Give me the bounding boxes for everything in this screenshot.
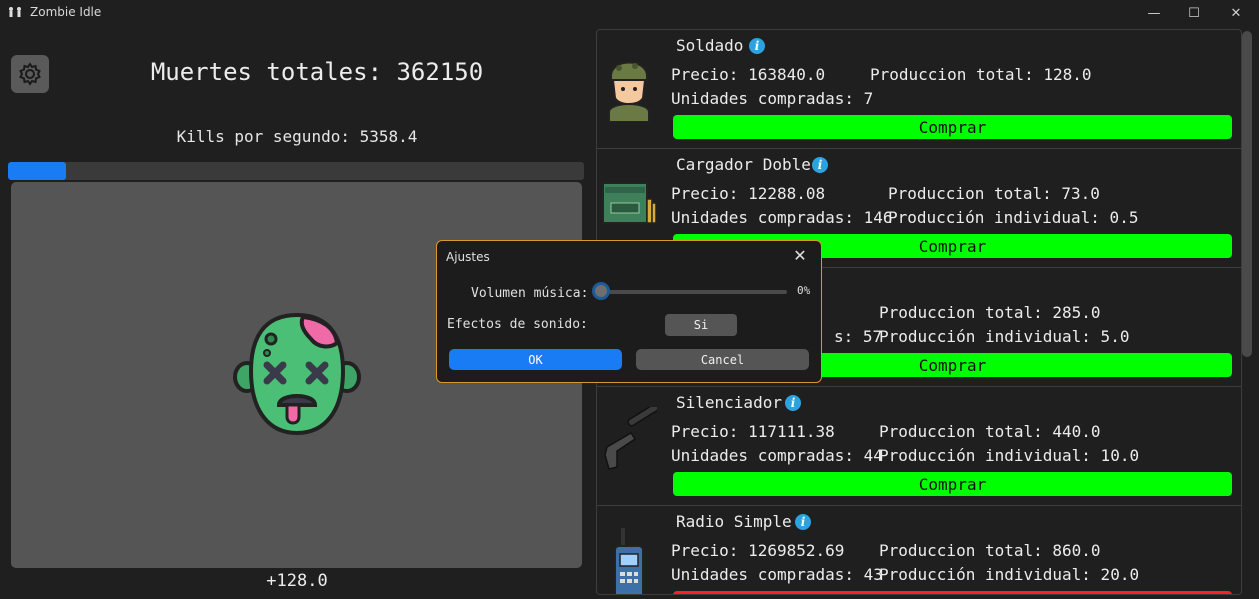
item-production-individual: Producción individual: 20.0 — [879, 565, 1140, 584]
app-icon — [9, 7, 21, 17]
soldier-icon — [608, 61, 650, 122]
info-icon[interactable]: i — [795, 514, 811, 530]
shop-scrollbar[interactable] — [1242, 31, 1252, 357]
sound-effects-toggle[interactable]: Si — [665, 314, 737, 336]
silenced-pistol-icon — [604, 407, 657, 470]
item-units: Unidades compradas: 146 — [671, 208, 893, 227]
item-production-individual: Producción individual: 0.5 — [888, 208, 1139, 227]
item-name: Radio Simple — [676, 512, 792, 531]
item-production-total: Produccion total: 860.0 — [879, 541, 1101, 560]
kills-per-second-label: Kills por segundo: 5358.4 — [176, 127, 418, 146]
dialog-title: Ajustes — [446, 250, 490, 264]
last-gain-label: +128.0 — [266, 571, 328, 591]
info-icon[interactable]: i — [785, 395, 801, 411]
item-production-individual: Producción individual: 10.0 — [879, 446, 1140, 465]
item-units: Unidades compradas: 44 — [671, 446, 883, 465]
buy-button[interactable] — [673, 591, 1232, 594]
window-title: Zombie Idle — [30, 5, 102, 19]
kill-progress-fill — [8, 162, 66, 180]
kill-progress-bar — [8, 162, 584, 180]
music-volume-slider[interactable] — [601, 290, 787, 294]
walkie-talkie-icon — [614, 528, 644, 594]
close-icon[interactable]: ✕ — [791, 247, 809, 265]
music-volume-slider-handle[interactable] — [592, 282, 610, 300]
ok-button[interactable]: OK — [449, 349, 622, 370]
item-name: Cargador Doble — [676, 155, 811, 174]
item-production-total: Produccion total: 128.0 — [870, 65, 1092, 84]
item-production-total: Produccion total: 73.0 — [888, 184, 1100, 203]
music-volume-label: Volumen música: — [471, 286, 589, 301]
sound-effects-label: Efectos de sonido: — [447, 317, 588, 332]
item-units: Unidades compradas: 43 — [671, 565, 883, 584]
close-window-button[interactable]: ✕ — [1213, 0, 1259, 26]
shop-item-radio-simple: Radio Simple i Precio: 1269852.69 Produc… — [597, 506, 1241, 594]
cancel-button[interactable]: Cancel — [636, 349, 809, 370]
title-bar: Zombie Idle — ☐ ✕ — [0, 0, 1259, 26]
music-volume-value: 0% — [797, 284, 811, 297]
ammo-box-icon — [602, 182, 657, 224]
item-name: Soldado — [676, 36, 744, 55]
total-kills-label: Muertes totales: 362150 — [150, 58, 484, 86]
shop-item-soldado: Soldado i Precio: 163840.0 Produccion to… — [597, 30, 1241, 149]
shop-item-silenciador: Silenciador i Precio: 117111.38 Producci… — [597, 387, 1241, 506]
item-units: Unidades compradas: 7 — [671, 89, 874, 108]
item-production-total: Produccion total: 440.0 — [879, 422, 1101, 441]
info-icon[interactable]: i — [749, 38, 765, 54]
zombie-icon[interactable] — [233, 309, 361, 437]
item-price: Precio: 117111.38 — [671, 422, 835, 441]
item-price: Precio: 163840.0 — [671, 65, 826, 84]
item-production-total: Produccion total: 285.0 — [879, 303, 1101, 322]
buy-button[interactable]: Comprar — [673, 115, 1232, 139]
buy-button[interactable]: Comprar — [673, 472, 1232, 496]
item-name: Silenciador — [676, 393, 782, 412]
item-units: s: 57 — [834, 327, 883, 346]
item-price: Precio: 12288.08 — [671, 184, 826, 203]
settings-dialog: Ajustes ✕ Volumen música: 0% Efectos de … — [436, 240, 822, 383]
info-icon[interactable]: i — [812, 157, 828, 173]
item-production-individual: Producción individual: 5.0 — [879, 327, 1130, 346]
maximize-button[interactable]: ☐ — [1171, 0, 1217, 26]
item-price: Precio: 1269852.69 — [671, 541, 845, 560]
